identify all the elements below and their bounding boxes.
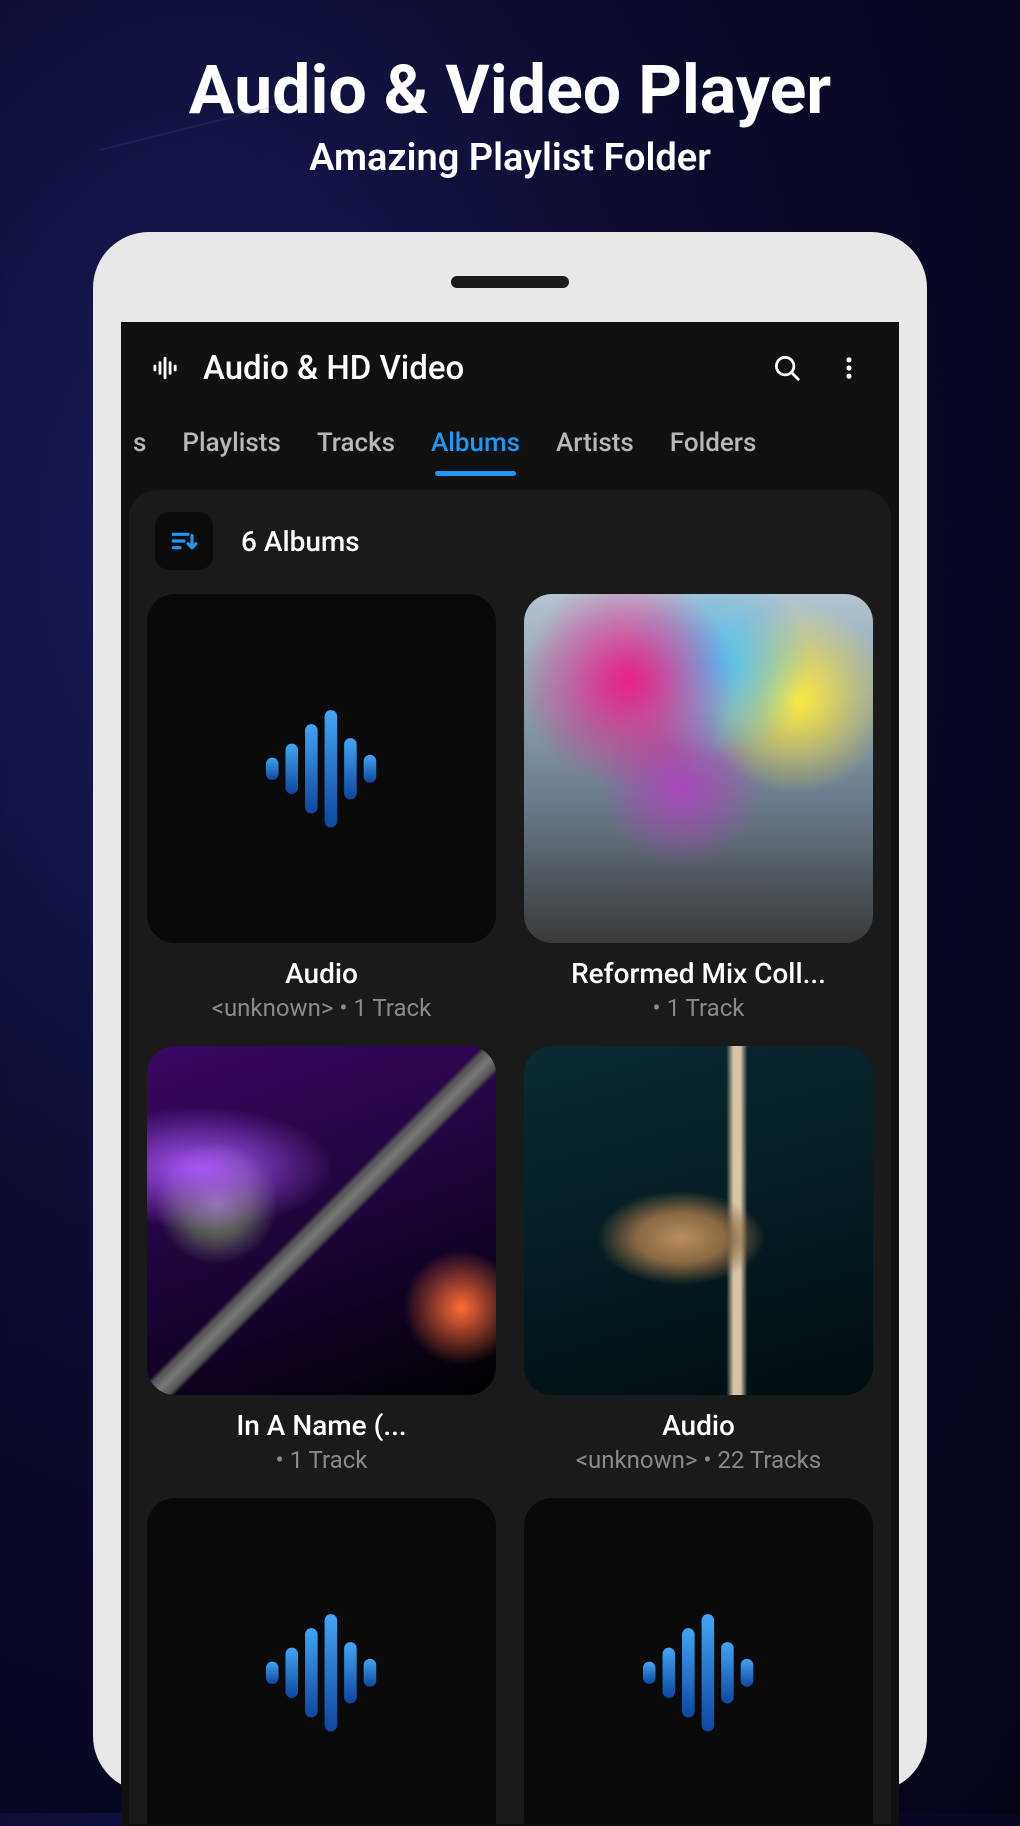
album-grid: Audio <unknown> • 1 Track Reformed Mix C… <box>147 594 873 1824</box>
tab-tracks[interactable]: Tracks <box>299 414 413 476</box>
album-item[interactable] <box>524 1498 873 1824</box>
album-title: In A Name (... <box>236 1409 406 1442</box>
album-art <box>147 594 496 943</box>
waveform-icon <box>629 1603 769 1743</box>
album-art <box>524 1046 873 1395</box>
tab-truncated[interactable]: s <box>133 414 164 476</box>
promo-title: Audio & Video Player <box>0 0 1020 130</box>
waveform-icon <box>252 1603 392 1743</box>
album-subtitle: • 1 Track <box>653 994 745 1022</box>
album-item[interactable]: Audio <unknown> • 1 Track <box>147 594 496 1022</box>
album-item[interactable] <box>147 1498 496 1824</box>
search-button[interactable] <box>765 346 809 390</box>
tab-albums[interactable]: Albums <box>413 414 538 476</box>
album-art <box>147 1046 496 1395</box>
more-button[interactable] <box>827 346 871 390</box>
waveform-icon <box>252 699 392 839</box>
album-art <box>524 594 873 943</box>
album-art <box>147 1498 496 1824</box>
album-title: Audio <box>662 1409 735 1442</box>
album-item[interactable]: Audio <unknown> • 22 Tracks <box>524 1046 873 1474</box>
promo-subtitle: Amazing Playlist Folder <box>0 136 1020 180</box>
phone-speaker <box>451 276 569 288</box>
album-title: Reformed Mix Coll... <box>571 957 826 990</box>
app-header: Audio & HD Video <box>121 322 899 414</box>
album-count: 6 Albums <box>241 525 360 558</box>
sort-button[interactable] <box>155 512 213 570</box>
album-subtitle: <unknown> • 1 Track <box>212 994 432 1022</box>
app-screen: Audio & HD Video s Playlists Tracks Albu… <box>121 322 899 1826</box>
tab-artists[interactable]: Artists <box>538 414 652 476</box>
album-title: Audio <box>285 957 358 990</box>
album-item[interactable]: Reformed Mix Coll... • 1 Track <box>524 594 873 1022</box>
tab-folders[interactable]: Folders <box>652 414 775 476</box>
count-row: 6 Albums <box>147 512 873 594</box>
album-subtitle: • 1 Track <box>276 1446 368 1474</box>
album-art <box>524 1498 873 1824</box>
content-panel: 6 Albums <box>129 490 891 1824</box>
album-item[interactable]: In A Name (... • 1 Track <box>147 1046 496 1474</box>
app-logo-icon <box>149 350 185 386</box>
phone-frame: Audio & HD Video s Playlists Tracks Albu… <box>93 232 927 1792</box>
album-subtitle: <unknown> • 22 Tracks <box>576 1446 821 1474</box>
tab-playlists[interactable]: Playlists <box>164 414 298 476</box>
app-title: Audio & HD Video <box>203 349 747 388</box>
tab-bar: s Playlists Tracks Albums Artists Folder… <box>121 414 899 476</box>
